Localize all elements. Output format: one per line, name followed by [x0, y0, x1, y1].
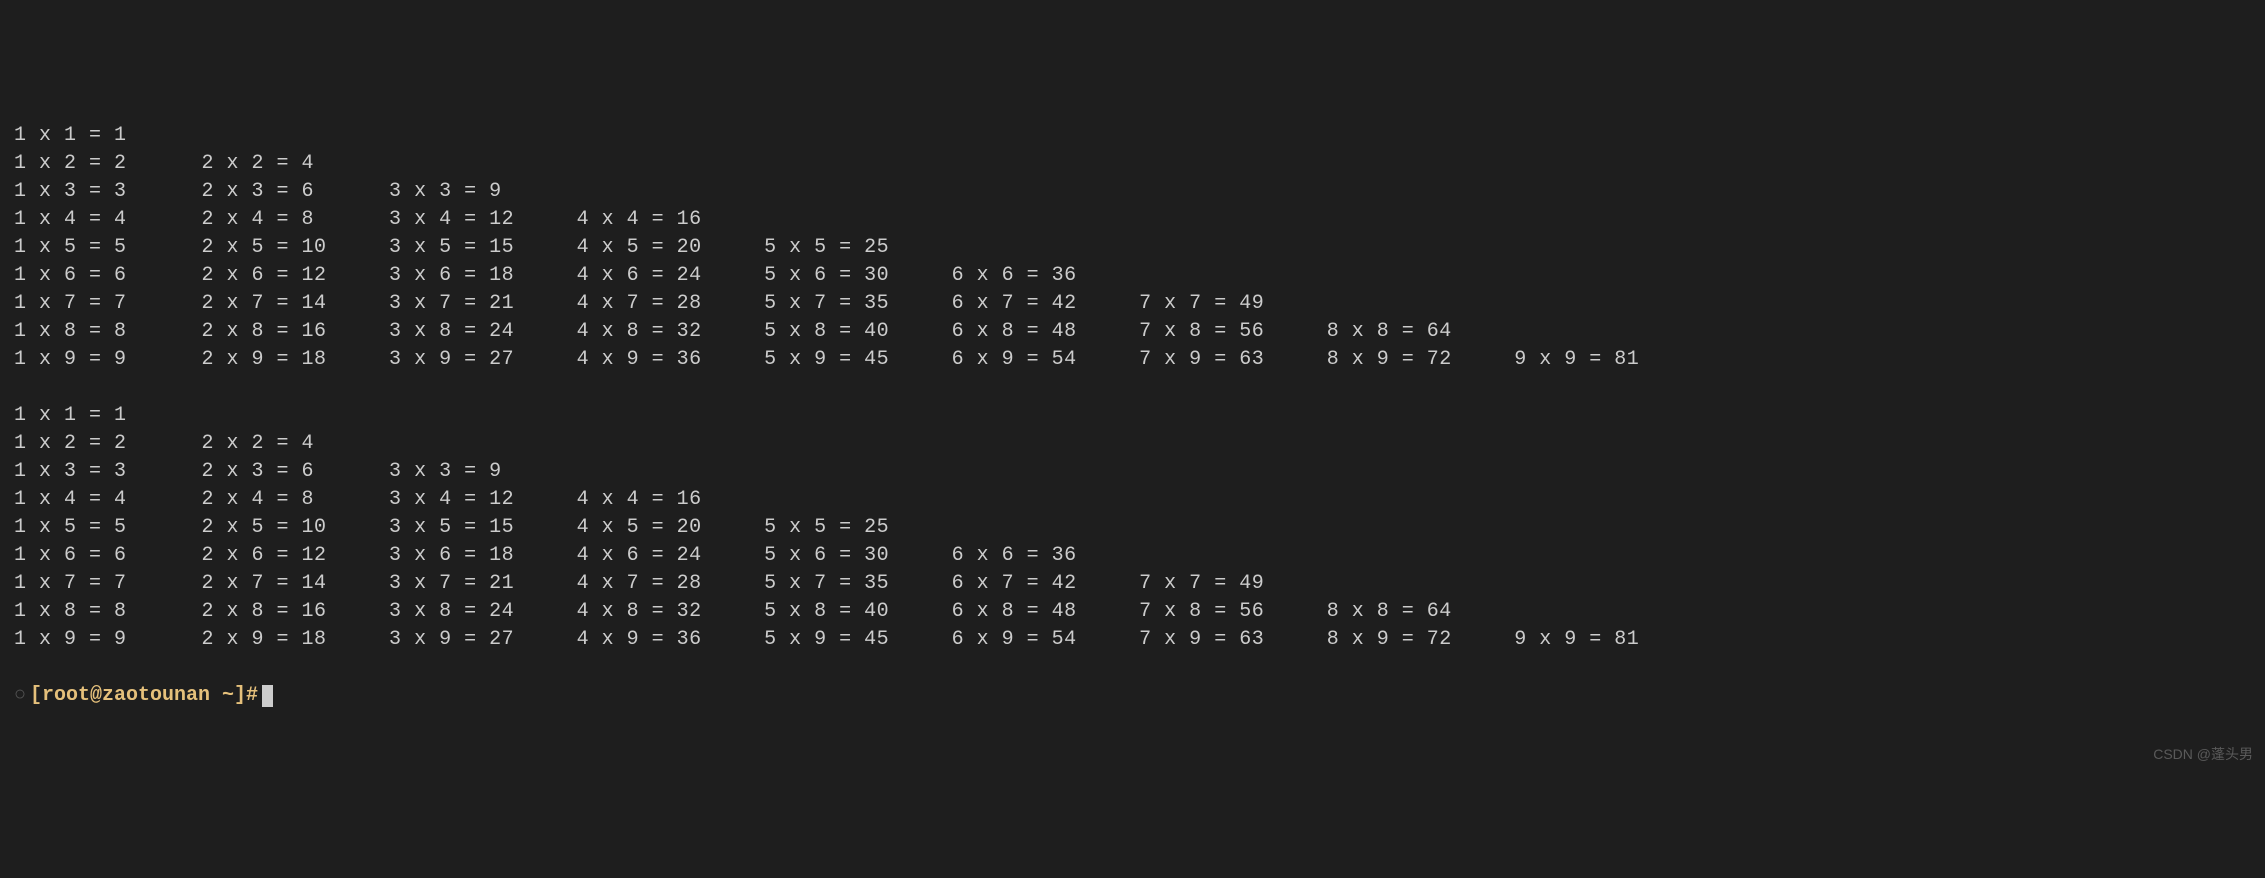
shell-prompt-line[interactable]: ○ [root@zaotounan ~]#	[14, 682, 2251, 710]
cursor	[262, 685, 273, 707]
prompt-symbol: ○	[14, 682, 26, 710]
terminal-output: 1 x 1 = 1 1 x 2 = 2 2 x 2 = 4 1 x 3 = 3 …	[14, 122, 2251, 654]
shell-prompt: [root@zaotounan ~]#	[30, 682, 258, 710]
watermark: CSDN @蓬头男	[2153, 740, 2253, 768]
